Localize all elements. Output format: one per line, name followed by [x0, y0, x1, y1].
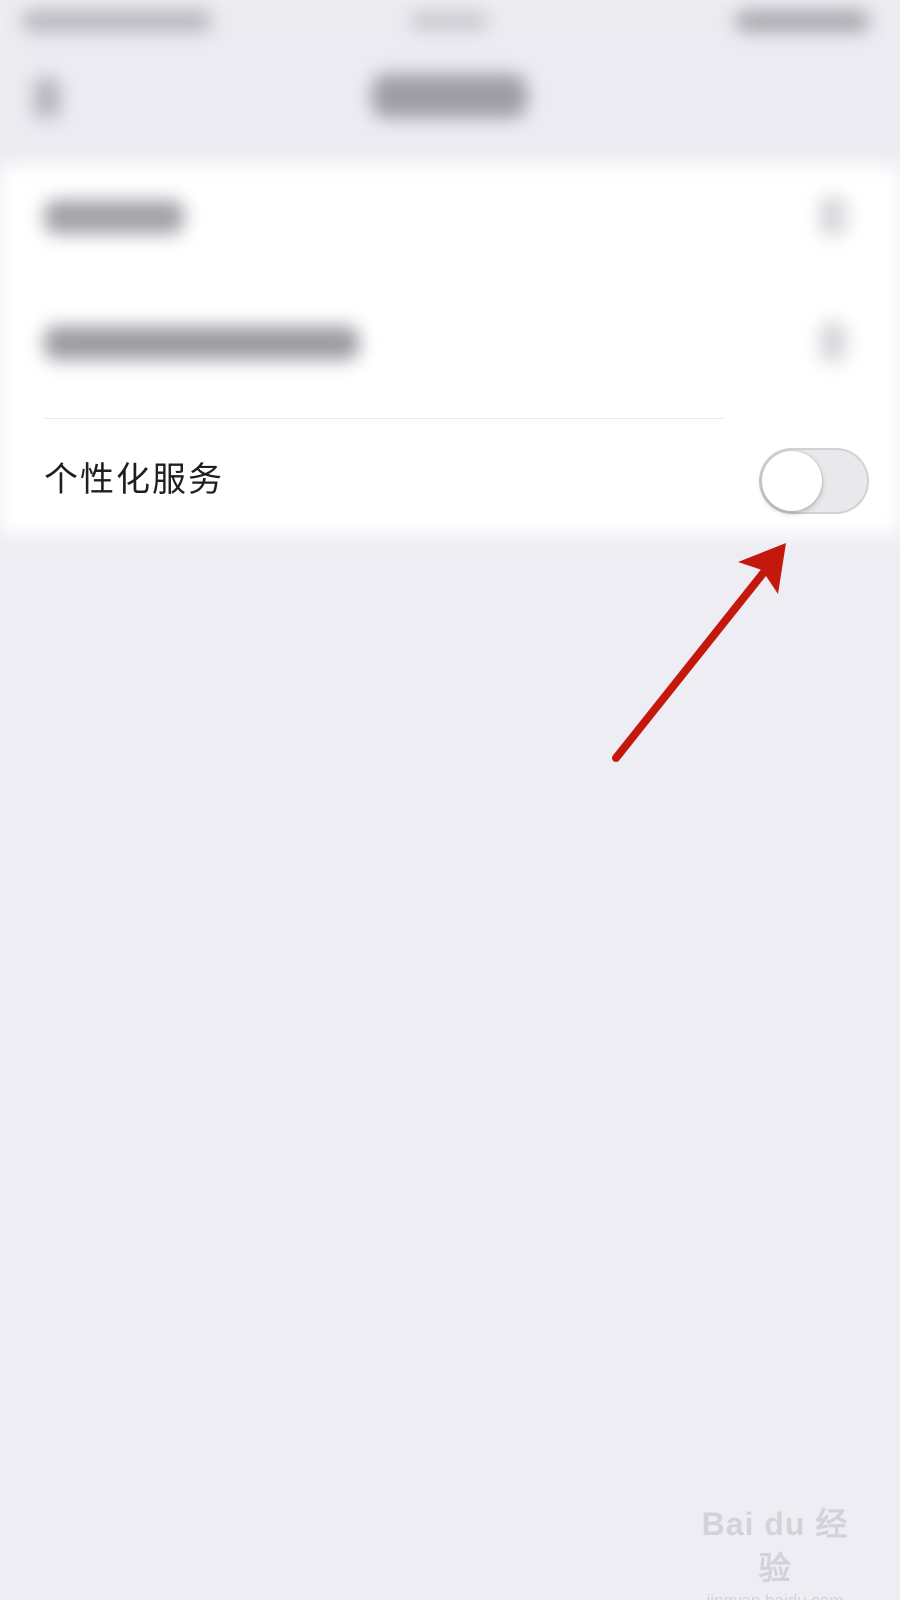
- personalized-service-toggle[interactable]: [759, 448, 869, 514]
- navigation-bar: [0, 44, 900, 164]
- page-title: [372, 74, 527, 118]
- watermark-logo: Bai du 经验: [701, 1506, 849, 1586]
- settings-row-1-label[interactable]: [44, 200, 184, 234]
- settings-screen: 个性化服务 Bai du 经验 jingyan.baidu.com: [0, 0, 900, 1600]
- back-icon[interactable]: [34, 78, 60, 118]
- baidu-jingyan-watermark: Bai du 经验 jingyan.baidu.com: [690, 1502, 860, 1600]
- arrow-shaft: [612, 558, 776, 762]
- status-bar-center: [410, 12, 488, 30]
- toggle-knob[interactable]: [762, 451, 822, 511]
- personalized-service-label: 个性化服务: [44, 460, 224, 500]
- status-bar-time: [22, 10, 212, 32]
- chevron-right-icon: [820, 196, 846, 236]
- row-divider: [44, 418, 724, 419]
- status-bar: [0, 0, 900, 44]
- chevron-right-icon: [820, 322, 846, 362]
- settings-row-2-label[interactable]: [44, 326, 359, 360]
- watermark-url: jingyan.baidu.com: [690, 1590, 860, 1600]
- status-bar-indicators: [735, 10, 870, 32]
